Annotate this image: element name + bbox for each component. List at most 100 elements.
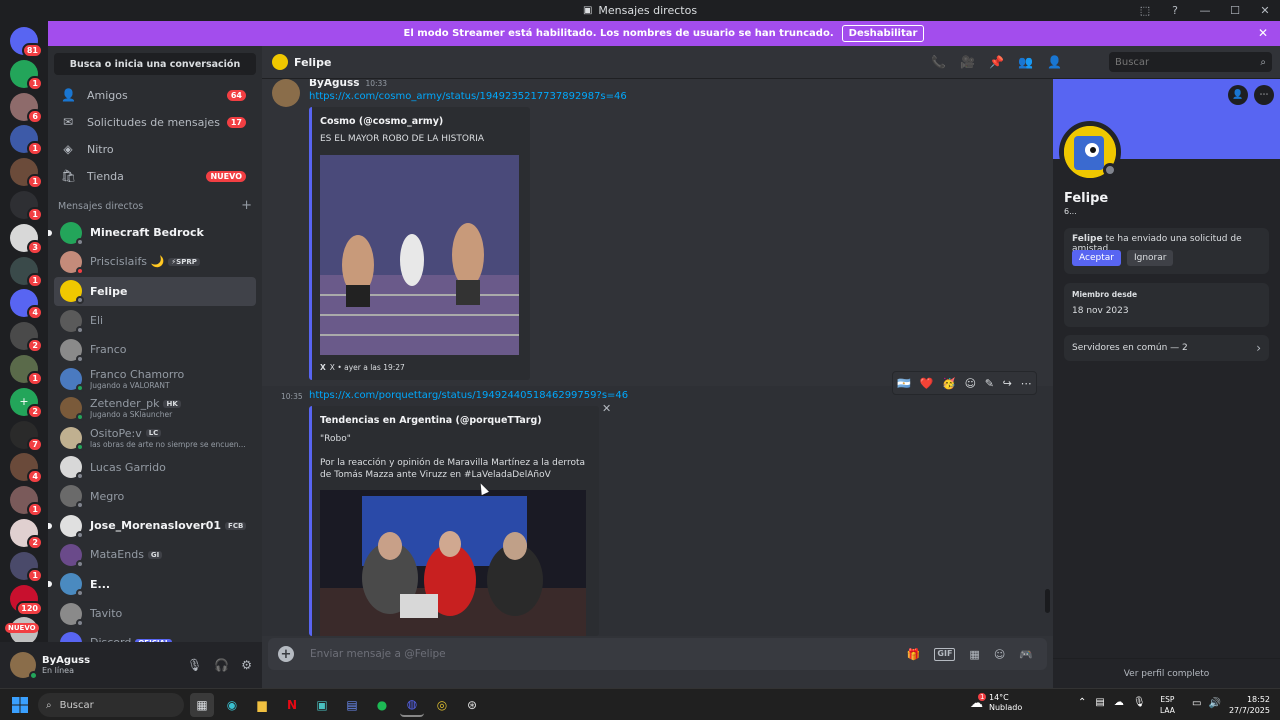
message-input[interactable] xyxy=(310,648,870,660)
message-link[interactable]: https://x.com/cosmo_army/status/19492352… xyxy=(309,91,627,102)
microphone-icon[interactable]: 🎙 xyxy=(187,658,202,672)
dm-item[interactable]: Jose_Morenaslover01 FCB xyxy=(48,511,256,540)
user-profile-icon[interactable]: 👤 xyxy=(1047,55,1062,69)
server-icon[interactable]: 1 xyxy=(10,59,43,91)
spotify-icon[interactable]: ● xyxy=(370,693,394,717)
nav-item-nitro[interactable]: ◈ Nitro xyxy=(54,136,256,162)
nav-item-message-requests[interactable]: ✉ Solicitudes de mensajes 17 xyxy=(54,109,256,135)
dm-item[interactable]: Lucas Garrido xyxy=(54,452,256,481)
server-icon[interactable]: 1 xyxy=(10,256,43,288)
dm-item[interactable]: OsitoPe:v LC las obras de arte no siempre … xyxy=(54,423,256,452)
find-conversation-button[interactable]: Busca o inicia una conversación xyxy=(54,53,256,75)
server-icon[interactable]: 2 xyxy=(10,518,43,550)
ignore-button[interactable]: Ignorar xyxy=(1126,250,1174,266)
chrome-icon[interactable]: ◎ xyxy=(430,693,454,717)
pinned-messages-icon[interactable]: 📌 xyxy=(989,55,1004,69)
settings-gear-icon[interactable]: ⚙ xyxy=(241,658,252,672)
dm-item[interactable]: Eli xyxy=(54,306,256,335)
server-icon[interactable]: 1 xyxy=(10,486,43,518)
view-full-profile-button[interactable]: Ver perfil completo xyxy=(1053,658,1280,688)
dm-item[interactable]: Zetender_pk HK Jugando a SKlauncher xyxy=(54,394,256,423)
steam-icon[interactable]: ⊛ xyxy=(460,693,484,717)
dm-item[interactable]: DiscordOFICIAL xyxy=(54,628,256,642)
server-icon[interactable]: 4 xyxy=(10,453,43,485)
netflix-icon[interactable]: N xyxy=(280,693,304,717)
maximize-button[interactable]: ☐ xyxy=(1220,4,1250,17)
nav-item-shop[interactable]: 🛍 Tienda NUEVO xyxy=(54,163,256,189)
more-options-icon[interactable]: ⋯ xyxy=(1254,85,1274,105)
forward-icon[interactable]: ↪ xyxy=(1003,377,1012,390)
dm-item[interactable]: Tavito xyxy=(54,599,256,628)
add-friends-to-dm-icon[interactable]: 👥 xyxy=(1018,55,1033,69)
server-icon[interactable]: 1 xyxy=(10,125,43,157)
embed-image[interactable] xyxy=(320,490,586,636)
reaction-heart-icon[interactable]: ❤️ xyxy=(920,377,934,390)
close-window-button[interactable]: ✕ xyxy=(1250,4,1280,17)
server-icon[interactable]: 1 xyxy=(10,190,43,222)
help-icon[interactable]: ? xyxy=(1160,4,1190,17)
tray-app-icon[interactable]: ▤ xyxy=(1095,697,1104,708)
voice-call-icon[interactable]: 📞 xyxy=(931,55,946,69)
add-reaction-icon[interactable]: ☺ xyxy=(965,377,976,390)
add-attachment-icon[interactable]: + xyxy=(278,646,294,662)
server-icon[interactable]: 4 xyxy=(10,289,43,321)
headphones-icon[interactable]: 🎧 xyxy=(214,658,229,672)
discord-taskbar-icon[interactable]: ◍ xyxy=(400,693,424,717)
embed-author[interactable]: Cosmo (@cosmo_army) xyxy=(320,116,443,127)
edge-browser-icon[interactable]: ◉ xyxy=(220,693,244,717)
reaction-flag-icon[interactable]: 🇦🇷 xyxy=(897,377,911,390)
server-icon[interactable]: 6 xyxy=(10,92,43,124)
mutual-servers-row[interactable]: Servidores en común — 2 › xyxy=(1064,335,1269,361)
accept-button[interactable]: Aceptar xyxy=(1072,250,1121,266)
dm-item[interactable]: Minecraft Bedrock xyxy=(48,218,256,247)
more-options-icon[interactable]: ⋯ xyxy=(1021,377,1032,390)
dm-item[interactable]: Franco Chamorro Jugando a VALORANT xyxy=(54,364,256,393)
store-icon[interactable]: ▤ xyxy=(340,693,364,717)
server-icon[interactable]: 81 xyxy=(10,27,43,58)
dm-item[interactable]: Megro xyxy=(54,482,256,511)
gif-icon[interactable]: GIF xyxy=(934,647,956,661)
language-indicator[interactable]: ESP LAA xyxy=(1160,694,1175,716)
folder-icon[interactable]: ▆ xyxy=(250,693,274,717)
user-avatar[interactable] xyxy=(10,652,38,680)
nav-item-friends[interactable]: 👤 Amigos 64 xyxy=(54,82,256,108)
chat-scrollbar[interactable] xyxy=(1045,589,1050,613)
server-icon[interactable]: 1 xyxy=(10,551,43,583)
emoji-icon[interactable]: ☺ xyxy=(994,648,1005,661)
sticker-icon[interactable]: ▦ xyxy=(969,648,979,661)
server-icon[interactable]: +2 xyxy=(10,387,43,419)
server-icon[interactable]: 1 xyxy=(10,158,43,190)
screenshot-tool-icon[interactable]: ▣ xyxy=(310,693,334,717)
edit-icon[interactable]: ✎ xyxy=(985,377,994,390)
server-icon[interactable]: 1 xyxy=(10,354,43,386)
minimize-button[interactable]: — xyxy=(1190,4,1220,17)
taskbar-search[interactable]: ⌕ Buscar xyxy=(38,693,184,717)
message-link[interactable]: https://x.com/porquettarg/status/1949244… xyxy=(309,390,628,401)
activities-icon[interactable]: 🎮 xyxy=(1019,648,1033,661)
tray-status-icons[interactable]: ▭ 🔊 xyxy=(1192,698,1221,709)
disable-streamer-button[interactable]: Deshabilitar xyxy=(841,25,925,42)
close-embed-icon[interactable]: ✕ xyxy=(602,402,611,415)
server-icon[interactable]: 120 xyxy=(10,584,43,616)
windows-start-icon[interactable] xyxy=(12,697,28,713)
author-avatar[interactable] xyxy=(272,79,300,107)
microphone-icon[interactable]: 🎙 xyxy=(1133,697,1146,708)
file-explorer-icon[interactable]: ▦ xyxy=(190,693,214,717)
server-icon[interactable]: 7 xyxy=(10,420,43,452)
dm-item[interactable]: MataEnds GI xyxy=(54,540,256,569)
weather-widget[interactable]: ☁ 1 14°C Nublado xyxy=(970,692,1022,713)
cloud-icon[interactable]: ☁ xyxy=(1114,697,1124,708)
gift-icon[interactable]: 🎁 xyxy=(907,648,921,661)
add-dm-icon[interactable]: + xyxy=(241,199,252,212)
dm-item[interactable]: E... xyxy=(48,570,256,599)
dm-item[interactable]: Franco xyxy=(54,335,256,364)
embed-image[interactable] xyxy=(320,155,519,355)
author-name[interactable]: ByAguss 10:33 xyxy=(309,79,387,89)
taskbar-clock[interactable]: 18:52 27/7/2025 xyxy=(1226,694,1270,716)
dm-item[interactable]: Priscislaifs 🌙 ⚡SPRP xyxy=(54,247,256,276)
close-icon[interactable]: ✕ xyxy=(1258,26,1268,40)
add-friend-icon[interactable]: 👤 xyxy=(1228,85,1248,105)
chat-search-input[interactable] xyxy=(1109,52,1272,72)
server-icon[interactable]: 2 xyxy=(10,322,43,354)
chevron-up-icon[interactable]: ⌃ xyxy=(1078,697,1086,708)
